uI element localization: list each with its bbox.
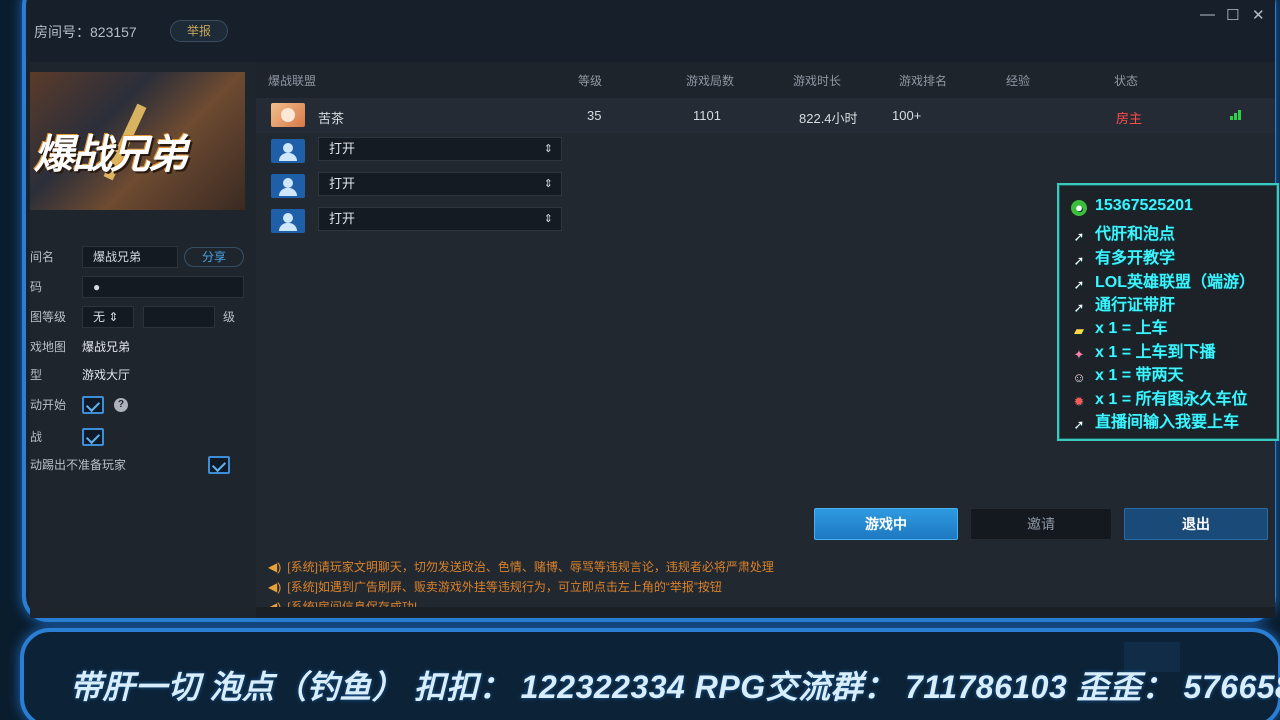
exit-button[interactable]: 退出 bbox=[1124, 508, 1268, 540]
table-row: 打开 ⇕ bbox=[256, 134, 1275, 169]
spectate-label: 战 bbox=[30, 430, 43, 444]
kick-unready-checkbox[interactable] bbox=[208, 456, 230, 474]
stream-footer-banner: 带肝一切 泡点（钓鱼） 扣扣： 122322334 RPG交流群： 711786… bbox=[20, 628, 1280, 720]
minimize-icon[interactable]: — bbox=[1200, 6, 1215, 23]
invite-button[interactable]: 邀请 bbox=[970, 508, 1112, 540]
col-duration: 游戏时长 bbox=[793, 74, 842, 88]
close-icon[interactable]: ✕ bbox=[1252, 6, 1265, 24]
chat-bar bbox=[256, 607, 1275, 618]
maximize-icon[interactable]: ☐ bbox=[1226, 6, 1239, 24]
room-name-field[interactable]: 爆战兄弟 bbox=[82, 246, 178, 268]
type-value: 游戏大厅 bbox=[82, 368, 131, 382]
map-level-value: 无 bbox=[93, 310, 106, 324]
sword-icon: ➚ bbox=[1073, 229, 1085, 244]
col-status: 状态 bbox=[1114, 74, 1139, 88]
updown-icon: ⇕ bbox=[543, 213, 553, 225]
overlay-item: ➚ 通行证带肝 bbox=[1071, 291, 1175, 315]
user-icon bbox=[271, 174, 305, 198]
map-label: 戏地图 bbox=[30, 340, 67, 354]
map-level-select[interactable]: 无 ⇕ bbox=[82, 306, 134, 328]
map-cover-image: 爆战兄弟 bbox=[30, 72, 245, 210]
slot-value: 打开 bbox=[329, 176, 356, 191]
wechat-icon: ● bbox=[1071, 200, 1087, 216]
map-level-label: 图等级 bbox=[30, 310, 67, 324]
player-level: 35 bbox=[587, 108, 602, 123]
slot-value: 打开 bbox=[329, 211, 356, 226]
overlay-item: ✦ x 1 = 上车到下播 bbox=[1071, 338, 1216, 362]
player-name: 苦茶 bbox=[318, 111, 345, 126]
overlay-item: ➚ 代肝和泡点 bbox=[1071, 220, 1175, 244]
updown-icon: ⇕ bbox=[108, 310, 119, 324]
type-label: 型 bbox=[30, 368, 43, 382]
speaker-icon: ◀) bbox=[268, 580, 282, 594]
slot-select[interactable]: 打开 ⇕ bbox=[318, 207, 562, 231]
room-settings-panel: 爆战兄弟 间名 爆战兄弟 分享 码 ● 图等级 无 ⇕ 级 戏地图 爆战兄弟 型… bbox=[30, 62, 256, 618]
level-suffix: 级 bbox=[223, 310, 236, 324]
playing-button[interactable]: 游戏中 bbox=[814, 508, 958, 540]
password-field[interactable]: ● bbox=[82, 276, 244, 298]
system-message: ◀) [系统]请玩家文明聊天，切勿发送政治、色情、赌博、辱骂等违规言论，违规者必将… bbox=[268, 560, 774, 574]
spectate-checkbox[interactable] bbox=[82, 428, 104, 446]
stream-overlay-panel: ● 15367525201 ➚ 代肝和泡点 ➚ 有多开教学 ➚ LOL英雄联盟（端游） … bbox=[1057, 183, 1279, 441]
sword-icon: ➚ bbox=[1073, 417, 1085, 432]
user-icon bbox=[271, 139, 305, 163]
overlay-item: ✹ x 1 = 所有图永久车位 bbox=[1071, 385, 1248, 409]
footer-text: 带肝一切 泡点（钓鱼） 扣扣： 122322334 RPG交流群： 711786… bbox=[70, 669, 1280, 705]
slot-select[interactable]: 打开 ⇕ bbox=[318, 172, 562, 196]
slot-value: 打开 bbox=[329, 141, 356, 156]
kick-unready-label: 动踢出不准备玩家 bbox=[30, 458, 127, 472]
table-header: 爆战联盟 等级 游戏局数 游戏时长 游戏排名 经验 状态 bbox=[256, 62, 1275, 98]
face-icon: ☺ bbox=[1072, 370, 1086, 385]
auto-start-checkbox[interactable] bbox=[82, 396, 104, 414]
player-rank: 100+ bbox=[892, 108, 922, 123]
gold-bar-icon: ▰ bbox=[1074, 323, 1084, 338]
speaker-icon: ◀) bbox=[268, 560, 282, 574]
status-badge: 房主 bbox=[1116, 111, 1143, 126]
signal-icon bbox=[1230, 110, 1242, 120]
player-duration: 822.4小时 bbox=[799, 111, 858, 126]
overlay-item: ▰ x 1 = 上车 bbox=[1071, 314, 1167, 338]
col-team: 爆战联盟 bbox=[268, 74, 317, 88]
report-button[interactable]: 举报 bbox=[170, 20, 228, 42]
share-button[interactable]: 分享 bbox=[184, 247, 244, 267]
col-games: 游戏局数 bbox=[686, 74, 735, 88]
room-number: 房间号：823157 bbox=[34, 24, 137, 40]
overlay-item: ➚ LOL英雄联盟（端游） bbox=[1071, 268, 1255, 292]
col-level: 等级 bbox=[578, 74, 603, 88]
col-rank: 游戏排名 bbox=[899, 74, 948, 88]
overlay-item: ☺ x 1 = 带两天 bbox=[1072, 367, 1184, 385]
col-exp: 经验 bbox=[1006, 74, 1031, 88]
auto-start-label: 动开始 bbox=[30, 398, 67, 412]
room-name-label: 间名 bbox=[30, 250, 55, 264]
updown-icon: ⇕ bbox=[543, 178, 553, 190]
help-icon[interactable]: ? bbox=[114, 398, 128, 412]
password-label: 码 bbox=[30, 280, 43, 294]
player-games: 1101 bbox=[693, 108, 721, 123]
title-bar: 房间号：823157 举报 — ☐ ✕ bbox=[30, 0, 1275, 62]
system-message: ◀) [系统]如遇到广告刷屏、贩卖游戏外挂等违规行为，可立即点击左上角的“举报”按… bbox=[268, 580, 722, 594]
map-level-input[interactable] bbox=[143, 306, 215, 328]
stream-stage: 房间号：823157 举报 — ☐ ✕ 爆战兄弟 间名 爆战兄弟 分享 码 ● … bbox=[0, 0, 1280, 720]
overlay-item: ● 15367525201 bbox=[1071, 197, 1193, 219]
overlay-item: ➚ 直播间输入我要上车 bbox=[1071, 408, 1239, 432]
table-row[interactable]: 苦茶 35 1101 822.4小时 100+ 房主 bbox=[256, 98, 1275, 133]
overlay-item: ➚ 有多开教学 bbox=[1071, 244, 1175, 268]
sword-icon: ➚ bbox=[1073, 253, 1085, 268]
cover-title: 爆战兄弟 bbox=[34, 133, 188, 177]
slot-select[interactable]: 打开 ⇕ bbox=[318, 137, 562, 161]
updown-icon: ⇕ bbox=[543, 143, 553, 155]
avatar bbox=[271, 103, 305, 127]
map-value: 爆战兄弟 bbox=[82, 340, 131, 354]
user-icon bbox=[271, 209, 305, 233]
